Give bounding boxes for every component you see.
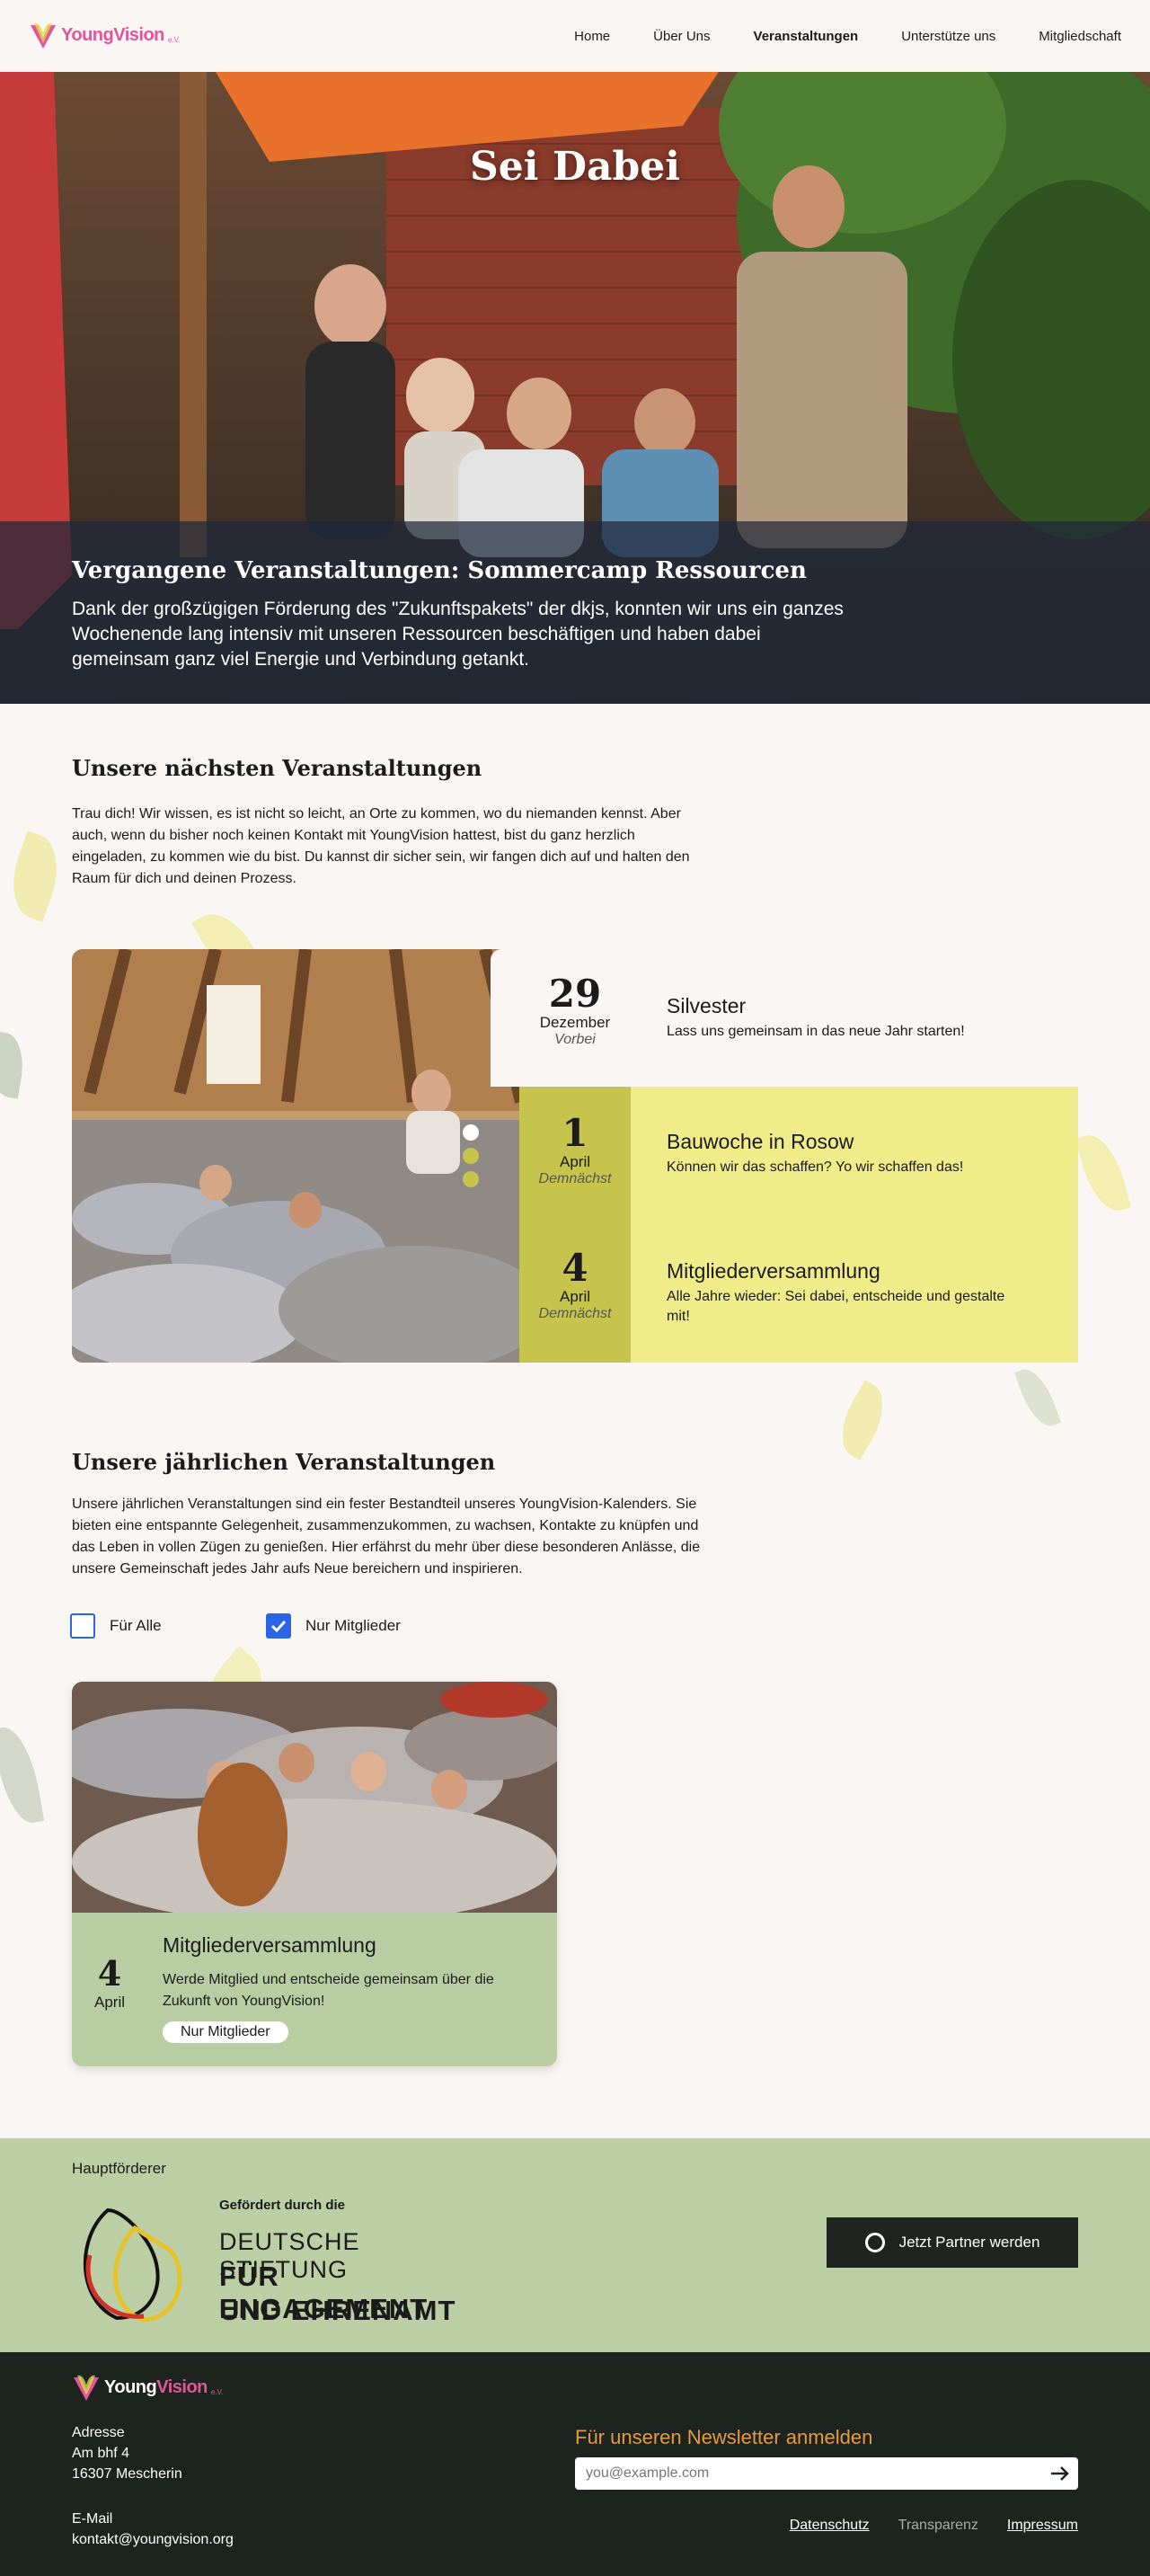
checkbox-unchecked[interactable] [70, 1613, 95, 1639]
leaf-decoration [828, 1380, 897, 1461]
hero-caption-panel: Vergangene Veranstaltungen: Sommercamp R… [0, 521, 1150, 704]
dse-leaf-icon [83, 2207, 182, 2323]
event-day: 4 [97, 1953, 122, 1994]
logo-v-icon [74, 2375, 99, 2401]
event-month: Dezember [539, 1014, 611, 1031]
event-date: 4 April Demnächst [519, 1248, 631, 1322]
annual-event-desc: Werde Mitglied und entscheide gemeinsam … [163, 1972, 494, 2009]
event-date: 29 Dezember Vorbei [491, 974, 659, 1048]
event-day: 4 [562, 1246, 588, 1290]
address-label: Adresse [72, 2425, 125, 2440]
leaf-decoration [0, 1031, 29, 1099]
address-block: Adresse Am bhf 4 16307 Mescherin [72, 2422, 182, 2484]
footer-links: Datenschutz Transparenz Impressum [790, 2518, 1078, 2534]
address-line-1: Am bhf 4 [72, 2446, 130, 2461]
event-status: Vorbei [554, 1032, 596, 1047]
event-desc: Können wir das schaffen? Yo wir schaffen… [667, 1159, 964, 1175]
arrow-right-icon[interactable] [1042, 2457, 1078, 2490]
logo-suffix: e.V. [167, 35, 181, 44]
logo-v-icon [31, 22, 56, 49]
event-row-mitgliederversammlung[interactable]: 4 April Demnächst Mitgliederversammlung … [519, 1221, 1078, 1363]
hero-subtitle: Vergangene Veranstaltungen: Sommercamp R… [72, 557, 807, 584]
leaf-decoration [0, 831, 70, 922]
event-day: 1 [562, 1111, 588, 1155]
email-block: E-Mail kontakt@youngvision.org [72, 2509, 234, 2550]
circle-icon [864, 2233, 885, 2252]
logo-text: YoungVision [104, 2376, 208, 2397]
become-partner-button[interactable]: Jetzt Partner werden [827, 2217, 1078, 2268]
logo-text: YoungVision [61, 24, 164, 45]
sponsor-line-3: UND EHRENAMT [219, 2295, 456, 2326]
annual-event-card[interactable]: 4 April Mitgliederversammlung Werde Mitg… [72, 1682, 557, 2066]
sponsor-label: Hauptförderer [72, 2160, 166, 2177]
annual-event-photo [72, 1682, 557, 1913]
event-info: Mitgliederversammlung Alle Jahre wieder:… [667, 1259, 1026, 1327]
leaf-decoration [1075, 1129, 1131, 1217]
event-title: Silvester [667, 994, 747, 1017]
event-month: April [93, 1994, 125, 2011]
nav-unterstuetze-uns[interactable]: Unterstütze uns [901, 29, 995, 44]
upcoming-events-card: 29 Dezember Vorbei Silvester Lass uns ge… [72, 949, 1078, 1363]
sponsor-logo[interactable]: Gefördert durch die DEUTSCHE STIFTUNG FÜ… [72, 2198, 485, 2326]
newsletter-email-input[interactable] [575, 2457, 1078, 2490]
email-link[interactable]: kontakt@youngvision.org [72, 2532, 234, 2547]
upcoming-text: Trau dich! Wir wissen, es ist nicht so l… [72, 806, 690, 886]
logo-suffix: e.V. [210, 2387, 224, 2396]
leaf-decoration [1013, 1363, 1062, 1433]
filter-all-checkbox[interactable]: Für Alle [70, 1613, 162, 1639]
members-only-badge: Nur Mitglieder [163, 2021, 288, 2043]
event-day: 29 [548, 972, 602, 1016]
nav-veranstaltungen[interactable]: Veranstaltungen [754, 29, 859, 44]
checkmark-icon [270, 1620, 287, 1632]
site-footer: YoungVision e.V. Adresse Am bhf 4 16307 … [0, 2352, 1150, 2576]
filter-members-checkbox[interactable]: Nur Mitglieder [266, 1613, 401, 1639]
event-row-bauwoche[interactable]: 1 April Demnächst Bauwoche in Rosow Könn… [519, 1087, 1078, 1221]
hero: Sei Dabei Vergangene Veranstaltungen: So… [0, 72, 1150, 704]
event-date: 1 April Demnächst [519, 1114, 631, 1187]
newsletter-title: Für unseren Newsletter anmelden [575, 2426, 873, 2448]
annual-event-date: 4 April [72, 1953, 147, 2012]
event-month: April [559, 1153, 590, 1170]
event-info: Bauwoche in Rosow Können wir das schaffe… [667, 1130, 963, 1177]
event-status: Demnächst [538, 1306, 612, 1321]
hero-text: Dank der großzügigen Förderung des "Zuku… [72, 599, 844, 670]
event-title: Bauwoche in Rosow [667, 1130, 854, 1153]
upcoming-title: Unsere nächsten Veranstaltungen [72, 755, 482, 781]
events-photo [72, 949, 548, 1363]
leaf-decoration [0, 1723, 45, 1827]
link-transparenz[interactable]: Transparenz [898, 2518, 978, 2534]
site-logo[interactable]: YoungVision e.V. [29, 20, 180, 50]
annual-text: Unsere jährlichen Veranstaltungen sind e… [72, 1497, 701, 1577]
event-month: April [559, 1288, 590, 1305]
sponsor-band: Hauptförderer Gefördert durch die DEUTSC… [0, 2138, 1150, 2352]
filter-all-label: Für Alle [110, 1617, 162, 1634]
annual-event-title: Mitgliederversammlung [163, 1933, 376, 1957]
event-row-silvester[interactable]: 29 Dezember Vorbei Silvester Lass uns ge… [491, 949, 1078, 1087]
email-label: E-Mail [72, 2511, 113, 2527]
event-desc: Lass uns gemeinsam in das neue Jahr star… [667, 1024, 965, 1039]
site-header: YoungVision e.V. Home Über Uns Veranstal… [0, 0, 1150, 72]
event-info: Silvester Lass uns gemeinsam in das neue… [667, 994, 965, 1042]
filter-members-label: Nur Mitglieder [305, 1617, 401, 1634]
main-nav: Home Über Uns Veranstaltungen Unterstütz… [574, 0, 1121, 72]
become-partner-label: Jetzt Partner werden [898, 2234, 1040, 2251]
link-impressum[interactable]: Impressum [1007, 2518, 1078, 2534]
checkbox-checked[interactable] [266, 1613, 291, 1639]
nav-ueber-uns[interactable]: Über Uns [653, 29, 710, 44]
event-status: Demnächst [538, 1171, 612, 1186]
annual-title: Unsere jährlichen Veranstaltungen [72, 1449, 496, 1475]
footer-logo[interactable]: YoungVision e.V. [72, 2372, 223, 2403]
sponsor-small-text: Gefördert durch die [219, 2198, 346, 2213]
event-desc: Alle Jahre wieder: Sei dabei, entscheide… [667, 1289, 1005, 1324]
event-title: Mitgliederversammlung [667, 1259, 880, 1283]
address-line-2: 16307 Mescherin [72, 2466, 182, 2482]
nav-home[interactable]: Home [574, 29, 610, 44]
nav-mitgliedschaft[interactable]: Mitgliedschaft [1039, 29, 1121, 44]
link-datenschutz[interactable]: Datenschutz [790, 2518, 870, 2534]
hero-title: Sei Dabei [470, 144, 680, 190]
